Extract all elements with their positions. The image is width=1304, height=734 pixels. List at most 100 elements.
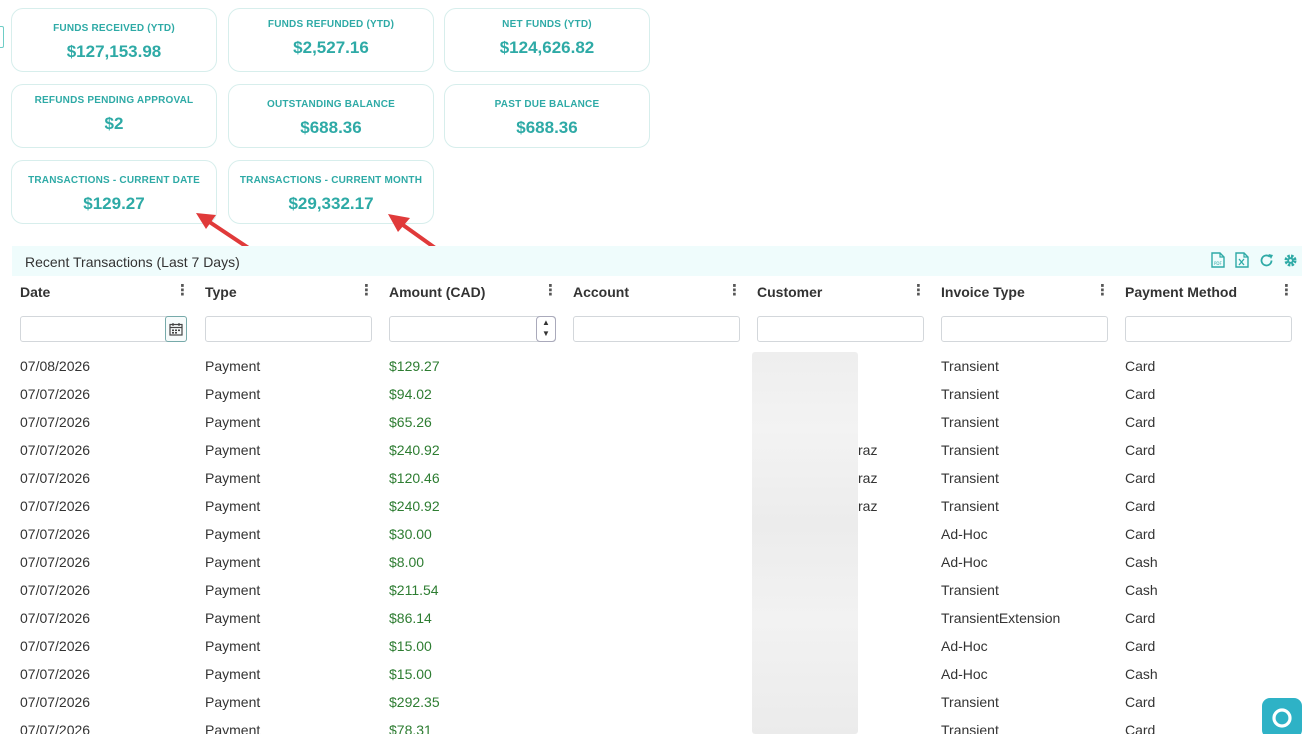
invoice-type-filter-input[interactable] — [941, 316, 1108, 342]
table-row[interactable]: 07/07/2026 Payment $78.31 Transient Card — [0, 715, 1304, 734]
table-row[interactable]: 07/07/2026 Payment $120.46 raz Transient Card — [0, 463, 1304, 491]
cell-payment-method: Card — [1125, 498, 1156, 514]
column-menu-icon[interactable]: ⋮ — [727, 283, 742, 298]
account-filter-input[interactable] — [573, 316, 740, 342]
calendar-icon[interactable] — [165, 316, 187, 342]
card-value: $2 — [104, 114, 124, 133]
cell-amount: $240.92 — [389, 442, 440, 458]
table-row[interactable]: 07/07/2026 Payment $292.35 Transient Card — [0, 687, 1304, 715]
column-header-customer[interactable]: Customer ⋮ — [757, 283, 926, 300]
cell-date: 07/07/2026 — [20, 386, 91, 402]
number-spinner-icon[interactable]: ▲ ▼ — [536, 316, 556, 342]
cell-date: 07/07/2026 — [20, 414, 91, 430]
card-label: TRANSACTIONS - CURRENT DATE — [28, 175, 200, 186]
cell-invoice-type: Transient — [941, 470, 999, 486]
cell-payment-method: Card — [1125, 638, 1156, 654]
card-label: FUNDS RECEIVED (YTD) — [53, 23, 175, 34]
column-header-type[interactable]: Type ⋮ — [205, 283, 374, 300]
settings-icon[interactable] — [1282, 251, 1298, 269]
card-value: $2,527.16 — [293, 38, 369, 57]
cell-payment-method: Card — [1125, 694, 1156, 710]
date-filter-input[interactable] — [20, 316, 187, 342]
column-menu-icon[interactable]: ⋮ — [1279, 283, 1294, 298]
cell-amount: $15.00 — [389, 638, 432, 654]
cell-invoice-type: TransientExtension — [941, 610, 1061, 626]
cell-date: 07/08/2026 — [20, 358, 91, 374]
cell-date: 07/07/2026 — [20, 638, 91, 654]
table-row[interactable]: 07/07/2026 Payment $15.00 Ad-Hoc Cash — [0, 659, 1304, 687]
cell-type: Payment — [205, 554, 261, 570]
cell-date: 07/07/2026 — [20, 442, 91, 458]
cell-invoice-type: Transient — [941, 386, 999, 402]
redacted-customer-area — [752, 352, 858, 734]
table-row[interactable]: 07/07/2026 Payment $240.92 raz Transient Card — [0, 435, 1304, 463]
pdf-export-icon[interactable]: PDF — [1210, 251, 1226, 269]
column-menu-icon[interactable]: ⋮ — [911, 283, 926, 298]
transactions-current-month-card: TRANSACTIONS - CURRENT MONTH $29,332.17 — [228, 160, 434, 224]
card-label: TRANSACTIONS - CURRENT MONTH — [239, 175, 423, 186]
cell-payment-method: Card — [1125, 470, 1156, 486]
table-row[interactable]: 07/07/2026 Payment $240.92 raz Transient Card — [0, 491, 1304, 519]
collapsed-panel-edge — [0, 26, 4, 48]
transactions-current-date-card: TRANSACTIONS - CURRENT DATE $129.27 — [11, 160, 217, 224]
cell-payment-method: Card — [1125, 610, 1156, 626]
cell-type: Payment — [205, 498, 261, 514]
cell-date: 07/07/2026 — [20, 666, 91, 682]
grid-toolbar: Recent Transactions (Last 7 Days) PDF — [12, 246, 1302, 276]
cell-date: 07/07/2026 — [20, 722, 91, 734]
cell-payment-method: Cash — [1125, 582, 1158, 598]
cell-amount: $30.00 — [389, 526, 432, 542]
column-header-payment-method[interactable]: Payment Method ⋮ — [1125, 283, 1294, 300]
cell-invoice-type: Transient — [941, 582, 999, 598]
cell-type: Payment — [205, 722, 261, 734]
net-funds-card: NET FUNDS (YTD) $124,626.82 — [444, 8, 650, 72]
cell-amount: $292.35 — [389, 694, 440, 710]
cell-amount: $211.54 — [389, 582, 439, 598]
cell-type: Payment — [205, 666, 261, 682]
column-header-account[interactable]: Account ⋮ — [573, 283, 742, 300]
customer-filter-input[interactable] — [757, 316, 924, 342]
column-menu-icon[interactable]: ⋮ — [1095, 283, 1110, 298]
cell-type: Payment — [205, 414, 261, 430]
card-label: PAST DUE BALANCE — [494, 99, 600, 110]
table-row[interactable]: 07/07/2026 Payment $65.26 Transient Card — [0, 407, 1304, 435]
cell-customer: raz — [858, 442, 878, 458]
cell-type: Payment — [205, 694, 261, 710]
cell-invoice-type: Transient — [941, 498, 999, 514]
cell-type: Payment — [205, 582, 261, 598]
card-value: $127,153.98 — [66, 42, 162, 61]
column-header-amount[interactable]: Amount (CAD) ⋮ — [389, 283, 558, 300]
help-chat-button[interactable] — [1262, 698, 1302, 734]
column-menu-icon[interactable]: ⋮ — [359, 283, 374, 298]
table-row[interactable]: 07/07/2026 Payment $94.02 Transient Card — [0, 379, 1304, 407]
column-header-date[interactable]: Date ⋮ — [20, 283, 190, 300]
table-row[interactable]: 07/07/2026 Payment $8.00 Ad-Hoc Cash — [0, 547, 1304, 575]
table-row[interactable]: 07/07/2026 Payment $86.14 TransientExtensio… — [0, 603, 1304, 631]
refresh-icon[interactable] — [1258, 251, 1274, 269]
table-row[interactable]: 07/07/2026 Payment $30.00 Ad-Hoc Card — [0, 519, 1304, 547]
table-row[interactable]: 07/07/2026 Payment $15.00 Ad-Hoc Card — [0, 631, 1304, 659]
refunds-pending-card: REFUNDS PENDING APPROVAL $2 — [11, 84, 217, 148]
card-value: $688.36 — [300, 118, 362, 137]
cell-invoice-type: Ad-Hoc — [941, 526, 988, 542]
payment-method-filter-input[interactable] — [1125, 316, 1292, 342]
table-row[interactable]: 07/07/2026 Payment $211.54 Transient Cash — [0, 575, 1304, 603]
cell-type: Payment — [205, 638, 261, 654]
cell-amount: $15.00 — [389, 666, 432, 682]
amount-filter-input[interactable]: ▲ ▼ — [389, 316, 556, 342]
funds-received-card: FUNDS RECEIVED (YTD) $127,153.98 — [11, 8, 217, 72]
cell-customer: raz — [858, 470, 878, 486]
cell-payment-method: Card — [1125, 526, 1156, 542]
table-row[interactable]: 07/08/2026 Payment $129.27 Transient Card — [0, 351, 1304, 379]
type-filter-input[interactable] — [205, 316, 372, 342]
column-menu-icon[interactable]: ⋮ — [175, 283, 190, 298]
excel-export-icon[interactable] — [1234, 251, 1250, 269]
column-header-invoice-type[interactable]: Invoice Type ⋮ — [941, 283, 1110, 300]
cell-amount: $86.14 — [389, 610, 432, 626]
cell-invoice-type: Ad-Hoc — [941, 638, 988, 654]
cell-date: 07/07/2026 — [20, 470, 91, 486]
cell-amount: $129.27 — [389, 358, 440, 374]
cell-amount: $65.26 — [389, 414, 432, 430]
card-label: REFUNDS PENDING APPROVAL — [34, 95, 194, 106]
column-menu-icon[interactable]: ⋮ — [543, 283, 558, 298]
